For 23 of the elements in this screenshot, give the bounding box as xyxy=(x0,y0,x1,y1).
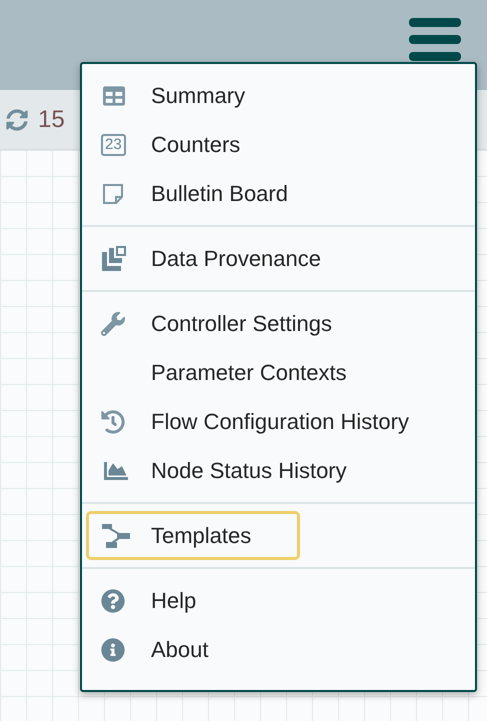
menu-item[interactable]: Parameter Contexts xyxy=(86,348,471,397)
last-refreshed-time: 15 xyxy=(38,104,65,134)
menu-item[interactable]: About xyxy=(86,625,471,674)
menu-icon[interactable] xyxy=(409,18,461,61)
menu-item[interactable]: Summary xyxy=(86,71,471,120)
help-icon xyxy=(101,588,125,612)
wrench-icon xyxy=(101,312,125,336)
menu-item[interactable]: Bulletin Board xyxy=(86,169,471,218)
menu-item[interactable]: Node Status History xyxy=(86,446,471,495)
menu-item[interactable]: Templates xyxy=(86,511,300,560)
stacked-squares-icon xyxy=(101,246,127,272)
template-icon xyxy=(101,522,133,548)
table-icon xyxy=(101,84,127,106)
menu-item[interactable]: Data Provenance xyxy=(86,234,471,283)
note-icon xyxy=(101,182,125,206)
refresh-icon[interactable] xyxy=(6,108,28,130)
menu-item[interactable]: Controller Settings xyxy=(86,299,471,348)
info-icon xyxy=(101,638,125,662)
history-icon xyxy=(101,410,125,434)
menu-item[interactable]: Flow Configuration History xyxy=(86,397,471,446)
counter-icon: 23 xyxy=(101,134,126,156)
menu-item[interactable]: Help xyxy=(86,576,471,625)
menu-item[interactable]: 23 Counters xyxy=(86,120,471,169)
